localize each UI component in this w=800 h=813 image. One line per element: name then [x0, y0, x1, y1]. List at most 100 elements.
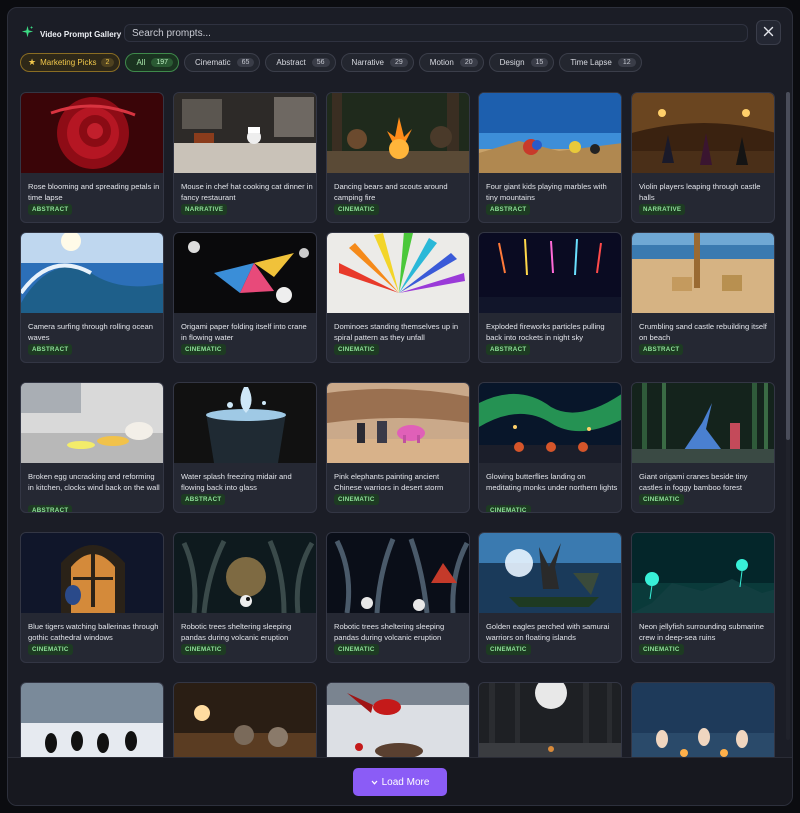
- filter-chip-count: 29: [390, 58, 408, 67]
- filter-chip-label: Design: [499, 58, 525, 67]
- card-thumbnail: [21, 233, 163, 313]
- card-caption: Dominoes standing themselves up in spira…: [334, 322, 459, 342]
- gallery-grid: Rose blooming and spreading petals in ti…: [20, 92, 782, 759]
- card-caption: Rose blooming and spreading petals in ti…: [28, 182, 160, 202]
- card-caption: Robotic trees sheltering sleeping pandas…: [334, 622, 445, 642]
- load-more-button[interactable]: Load More: [353, 768, 447, 796]
- card-caption: Glowing butterflies landing on meditatin…: [486, 472, 618, 492]
- category-badge: CINEMATIC: [639, 494, 684, 505]
- category-badge: ABSTRACT: [28, 204, 73, 215]
- card-thumbnail: [174, 533, 316, 613]
- filter-chip-count: 197: [151, 58, 174, 67]
- card-caption: Robotic trees sheltering sleeping pandas…: [181, 622, 292, 642]
- category-badge: ABSTRACT: [486, 344, 531, 355]
- filter-chip-marketing-picks[interactable]: ★ Marketing Picks 2: [20, 53, 121, 72]
- gallery-card[interactable]: Dancing bears and scouts around camping …: [326, 92, 470, 223]
- filter-chip-label: Cinematic: [195, 58, 231, 67]
- filter-chip-count: 56: [311, 58, 330, 67]
- filter-chip-design[interactable]: Design 15: [488, 53, 555, 72]
- category-badge: CINEMATIC: [334, 204, 379, 215]
- gallery-card[interactable]: Exploded fireworks particles pulling bac…: [478, 232, 622, 363]
- card-thumbnail: [632, 533, 774, 613]
- category-badge: ABSTRACT: [28, 344, 73, 355]
- filter-chip-label: Narrative: [351, 58, 384, 67]
- scrollbar-thumb[interactable]: [786, 92, 790, 440]
- filter-chip-abstract[interactable]: Abstract 56: [265, 53, 336, 72]
- card-thumbnail: [174, 383, 316, 463]
- category-badge: ABSTRACT: [28, 505, 73, 512]
- filter-chip-cinematic[interactable]: Cinematic 65: [184, 53, 261, 72]
- filter-chip-count: 15: [530, 58, 549, 67]
- gallery-card[interactable]: Mouse in chef hat cooking cat dinner in …: [173, 92, 317, 223]
- gallery-card[interactable]: Pink elephants painting ancient Chinese …: [326, 382, 470, 513]
- category-badge: CINEMATIC: [28, 644, 73, 655]
- gallery-card[interactable]: Broken egg uncracking and reforming in k…: [20, 382, 164, 513]
- gallery-card[interactable]: [173, 682, 317, 759]
- card-caption: Water splash freezing midair and flowing…: [181, 472, 292, 492]
- gallery-card[interactable]: Robotic trees sheltering sleeping pandas…: [326, 532, 470, 663]
- star-icon: ★: [28, 57, 37, 67]
- gallery-card[interactable]: [20, 682, 164, 759]
- page-title: Video Prompt Gallery: [40, 29, 122, 39]
- filter-chip-count: 2: [100, 58, 115, 67]
- filter-chip-all[interactable]: All 197: [125, 53, 180, 72]
- filter-chips: ★ Marketing Picks 2 All 197 Cinematic 65 Abstra…: [20, 53, 642, 72]
- category-badge: CINEMATIC: [486, 644, 531, 655]
- scrollbar[interactable]: [786, 92, 790, 740]
- category-badge: CINEMATIC: [181, 344, 226, 355]
- card-thumbnail: [479, 683, 621, 759]
- close-icon: [763, 24, 774, 42]
- card-thumbnail: [479, 233, 621, 313]
- card-caption: Dancing bears and scouts around camping …: [334, 182, 448, 202]
- gallery-card[interactable]: Golden eagles perched with samurai warri…: [478, 532, 622, 663]
- card-thumbnail: [632, 383, 774, 463]
- gallery-card[interactable]: Glowing butterflies landing on meditatin…: [478, 382, 622, 513]
- category-badge: CINEMATIC: [639, 644, 684, 655]
- filter-chip-motion[interactable]: Motion 20: [418, 53, 484, 72]
- card-thumbnail: [174, 93, 316, 173]
- gallery-card[interactable]: [326, 682, 470, 759]
- brand: Video Prompt Gallery: [21, 25, 121, 43]
- gallery-card[interactable]: Origami paper folding itself into crane …: [173, 232, 317, 363]
- sparkle-icon: [21, 25, 34, 43]
- gallery-header: Video Prompt Gallery: [8, 8, 792, 54]
- gallery-card[interactable]: Camera surfing through rolling ocean wav…: [20, 232, 164, 363]
- category-badge: NARRATIVE: [181, 204, 228, 215]
- card-caption: Camera surfing through rolling ocean wav…: [28, 322, 153, 342]
- category-badge: ABSTRACT: [486, 204, 531, 215]
- card-thumbnail: [327, 233, 469, 313]
- gallery-card[interactable]: Water splash freezing midair and flowing…: [173, 382, 317, 513]
- close-button[interactable]: [756, 20, 781, 45]
- card-caption: Crumbling sand castle rebuilding itself …: [639, 322, 767, 342]
- gallery-card[interactable]: Rose blooming and spreading petals in ti…: [20, 92, 164, 223]
- filter-chip-label: Motion: [429, 58, 454, 67]
- gallery-card[interactable]: Neon jellyfish surrounding submarine cre…: [631, 532, 775, 663]
- card-thumbnail: [632, 93, 774, 173]
- gallery-card[interactable]: Dominoes standing themselves up in spira…: [326, 232, 470, 363]
- gallery-card[interactable]: Four giant kids playing marbles with tin…: [478, 92, 622, 223]
- filter-chip-label: Time Lapse: [570, 58, 612, 67]
- gallery-card[interactable]: Violin players leaping through castle ha…: [631, 92, 775, 223]
- card-thumbnail: [479, 533, 621, 613]
- search-box: [124, 24, 748, 42]
- gallery-card[interactable]: Giant origami cranes beside tiny castles…: [631, 382, 775, 513]
- gallery-card[interactable]: Robotic trees sheltering sleeping pandas…: [173, 532, 317, 663]
- search-input[interactable]: [132, 27, 747, 39]
- gallery-card[interactable]: [631, 682, 775, 759]
- category-badge: CINEMATIC: [181, 644, 226, 655]
- filter-chip-count: 20: [459, 58, 478, 67]
- filter-chip-time-lapse[interactable]: Time Lapse 12: [559, 53, 642, 72]
- filter-chip-narrative[interactable]: Narrative 29: [340, 53, 414, 72]
- gallery-card[interactable]: [478, 682, 622, 759]
- card-caption: Origami paper folding itself into crane …: [181, 322, 307, 342]
- card-thumbnail: [21, 93, 163, 173]
- card-thumbnail: [327, 383, 469, 463]
- gallery-footer: Load More: [8, 757, 792, 805]
- card-caption: Violin players leaping through castle ha…: [639, 182, 761, 202]
- card-caption: Giant origami cranes beside tiny castles…: [639, 472, 748, 492]
- gallery-card[interactable]: Blue tigers watching ballerinas through …: [20, 532, 164, 663]
- gallery-modal: Video Prompt Gallery ★Marketing Picks2Al…: [7, 7, 793, 806]
- card-caption: Golden eagles perched with samurai warri…: [486, 622, 610, 642]
- filter-chip-label: Abstract: [276, 58, 306, 67]
- gallery-card[interactable]: Crumbling sand castle rebuilding itself …: [631, 232, 775, 363]
